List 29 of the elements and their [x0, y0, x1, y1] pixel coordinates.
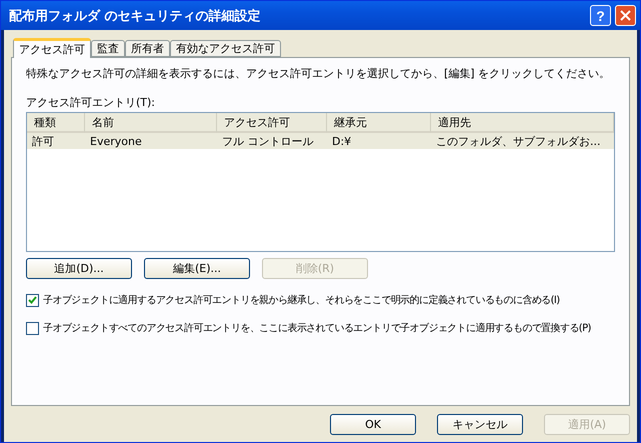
close-icon [620, 10, 631, 21]
table-cell[interactable]: このフォルダ、サブフォルダお... [431, 133, 614, 149]
tab[interactable]: 監査 [91, 40, 125, 57]
checkbox-label: 子オブジェクトすべてのアクセス許可エントリを、ここに表示されているエントリで子オブジェクトに適用するもので置換する(P) [43, 322, 591, 335]
checkbox[interactable] [26, 294, 39, 306]
description-text: 特殊なアクセス許可の詳細を表示するには、アクセス許可エントリを選択してから、[編集] をクリックしてください。 [26, 66, 612, 81]
help-button[interactable]: ? [590, 5, 611, 26]
checkbox-label: 子オブジェクトに適用するアクセス許可エントリを親から継承し、それらをここで明示的に定義されているものに含める(I) [43, 294, 560, 307]
tab[interactable]: アクセス許可 [13, 38, 91, 58]
table-cell[interactable]: フル コントロール [217, 133, 327, 149]
table-cell[interactable]: D:¥ [327, 133, 431, 149]
column-header[interactable]: 適用先 [431, 113, 614, 133]
column-header[interactable]: 種類 [27, 113, 85, 133]
column-header[interactable]: アクセス許可 [217, 113, 327, 133]
check-icon [28, 296, 37, 304]
close-button[interactable] [615, 5, 636, 26]
table-cell[interactable]: 許可 [27, 133, 85, 149]
entry-button[interactable]: 編集(E)... [144, 258, 250, 279]
table-cell[interactable]: Everyone [85, 133, 217, 149]
entry-button[interactable]: 追加(D)... [26, 258, 132, 279]
entries-label: アクセス許可エントリ(T): [26, 95, 156, 110]
tab[interactable]: 有効なアクセス許可 [170, 40, 281, 57]
checkbox[interactable] [26, 322, 39, 334]
window-title: 配布用フォルダ のセキュリティの詳細設定 [9, 8, 262, 24]
dialog-button[interactable]: OK [330, 414, 416, 435]
dialog-button[interactable]: キャンセル [437, 414, 523, 435]
column-header[interactable]: 継承元 [327, 113, 431, 133]
column-header[interactable]: 名前 [85, 113, 217, 133]
tab[interactable]: 所有者 [125, 40, 170, 57]
